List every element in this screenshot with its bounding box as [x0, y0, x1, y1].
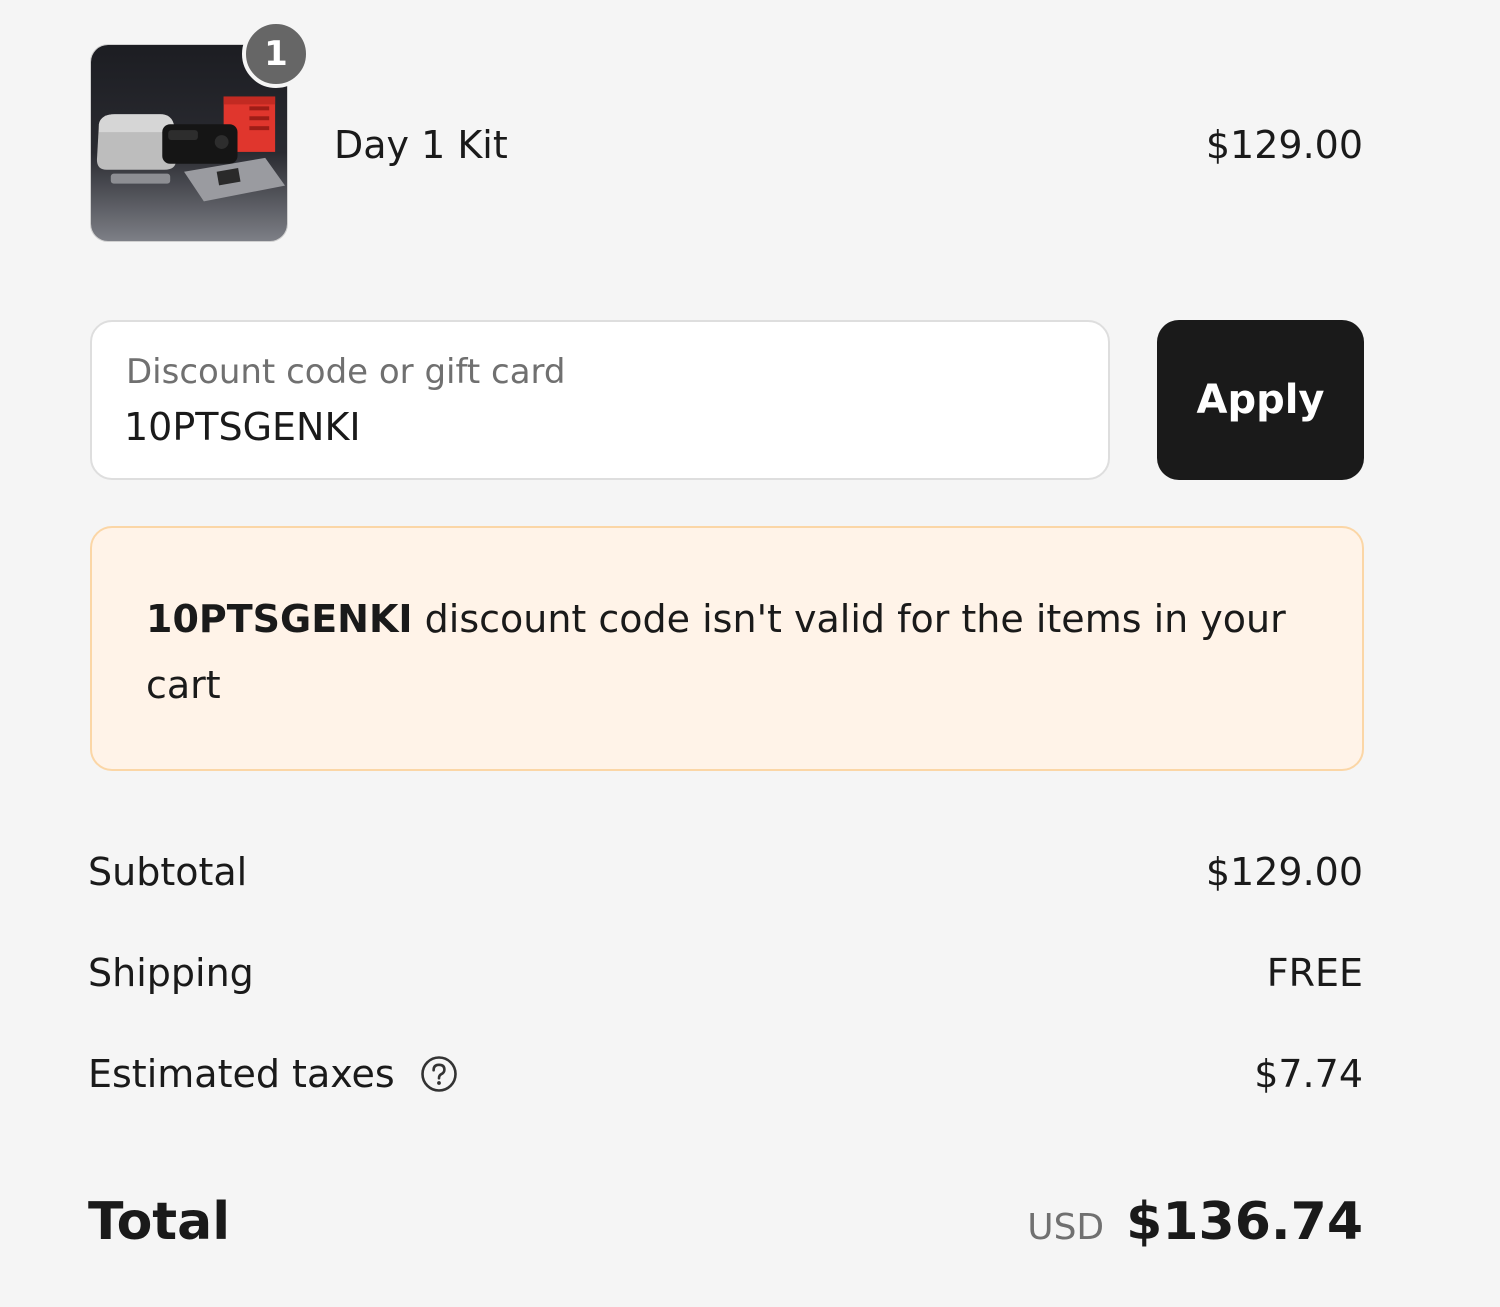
- discount-error-message: 10PTSGENKI discount code isn't valid for…: [146, 586, 1306, 718]
- total-value: USD $136.74: [1027, 1186, 1363, 1270]
- taxes-label-group: Estimated taxes: [88, 1044, 459, 1104]
- shipping-row: Shipping FREE: [88, 943, 1363, 1003]
- total-row: Total USD $136.74: [88, 1186, 1363, 1258]
- question-circle-icon[interactable]: [419, 1054, 459, 1094]
- discount-code-input[interactable]: [124, 400, 1064, 454]
- discount-error-banner: 10PTSGENKI discount code isn't valid for…: [90, 526, 1364, 771]
- subtotal-value: $129.00: [1205, 850, 1363, 894]
- shipping-value: FREE: [1266, 951, 1363, 995]
- apply-button[interactable]: Apply: [1157, 320, 1364, 480]
- total-currency: USD: [1027, 1207, 1105, 1248]
- shipping-label: Shipping: [88, 951, 254, 995]
- product-name: Day 1 Kit: [334, 123, 508, 167]
- total-label: Total: [88, 1192, 231, 1252]
- discount-field-label: Discount code or gift card: [126, 352, 566, 392]
- subtotal-label: Subtotal: [88, 850, 248, 894]
- taxes-row: Estimated taxes $7.74: [88, 1044, 1363, 1104]
- taxes-label: Estimated taxes: [88, 1052, 395, 1096]
- discount-field[interactable]: Discount code or gift card: [90, 320, 1110, 480]
- line-item: 1 Day 1 Kit $129.00: [90, 20, 1363, 242]
- total-amount: $136.74: [1126, 1192, 1363, 1252]
- discount-error-code: 10PTSGENKI: [146, 597, 413, 641]
- taxes-value: $7.74: [1254, 1052, 1363, 1096]
- product-price: $129.00: [1205, 123, 1363, 167]
- quantity-badge: 1: [242, 20, 310, 88]
- subtotal-row: Subtotal $129.00: [88, 842, 1363, 902]
